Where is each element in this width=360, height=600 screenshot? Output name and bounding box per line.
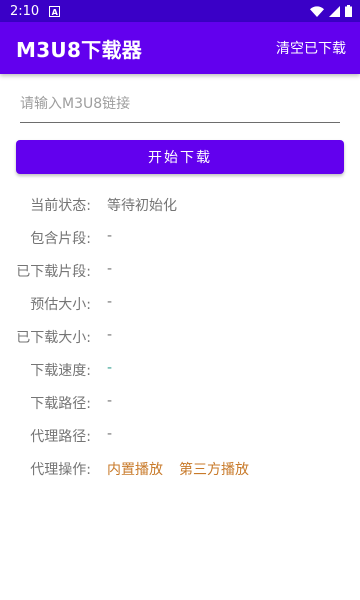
downloaded-segments-label: 已下载片段: <box>16 264 91 280</box>
proxy-path-label: 代理路径: <box>30 429 91 445</box>
info-row-proxy-action: 代理操作: 内置播放 第三方播放 <box>0 459 360 479</box>
status-value: 等待初始化 <box>107 198 177 214</box>
proxy-action-links: 内置播放 第三方播放 <box>107 459 249 479</box>
download-path-value: - <box>107 393 113 409</box>
info-row-speed: 下载速度: - <box>0 360 360 380</box>
info-row-proxy-path: 代理路径: - <box>0 426 360 446</box>
downloaded-size-value: - <box>107 327 113 343</box>
a-box-icon: A <box>49 5 61 17</box>
estimated-size-value: - <box>107 294 113 310</box>
input-underline <box>20 122 340 123</box>
download-path-label: 下载路径: <box>30 396 91 412</box>
info-row-download-path: 下载路径: - <box>0 393 360 413</box>
m3u8-url-input[interactable] <box>20 92 342 122</box>
info-row-downloaded-size: 已下载大小: - <box>0 327 360 347</box>
status-time: 2:10 <box>10 3 40 19</box>
info-row-downloaded-segments: 已下载片段: - <box>0 261 360 281</box>
builtin-play-link[interactable]: 内置播放 <box>107 462 163 478</box>
speed-label: 下载速度: <box>30 363 91 379</box>
speed-value: - <box>107 360 113 376</box>
proxy-action-label: 代理操作: <box>30 462 91 478</box>
proxy-path-value: - <box>107 426 113 442</box>
status-label: 当前状态: <box>30 198 91 214</box>
battery-icon <box>345 5 352 17</box>
info-row-estimated-size: 预估大小: - <box>0 294 360 314</box>
third-party-play-link[interactable]: 第三方播放 <box>179 462 249 478</box>
status-icons <box>310 5 352 17</box>
signal-icon <box>329 5 340 17</box>
app-bar: M3U8下载器 清空已下载 <box>0 22 360 74</box>
downloaded-size-label: 已下载大小: <box>16 330 91 346</box>
app-title: M3U8下载器 <box>16 37 143 62</box>
url-input-container <box>20 92 342 123</box>
estimated-size-label: 预估大小: <box>30 297 91 313</box>
downloaded-segments-value: - <box>107 261 113 277</box>
segments-label: 包含片段: <box>30 231 91 247</box>
wifi-icon <box>310 5 324 17</box>
status-bar: 2:10 A <box>0 0 360 22</box>
info-row-segments: 包含片段: - <box>0 228 360 248</box>
info-row-status: 当前状态: 等待初始化 <box>0 195 360 215</box>
segments-value: - <box>107 228 113 244</box>
clear-downloaded-button[interactable]: 清空已下载 <box>276 38 346 58</box>
start-download-button[interactable]: 开始下载 <box>16 140 344 174</box>
